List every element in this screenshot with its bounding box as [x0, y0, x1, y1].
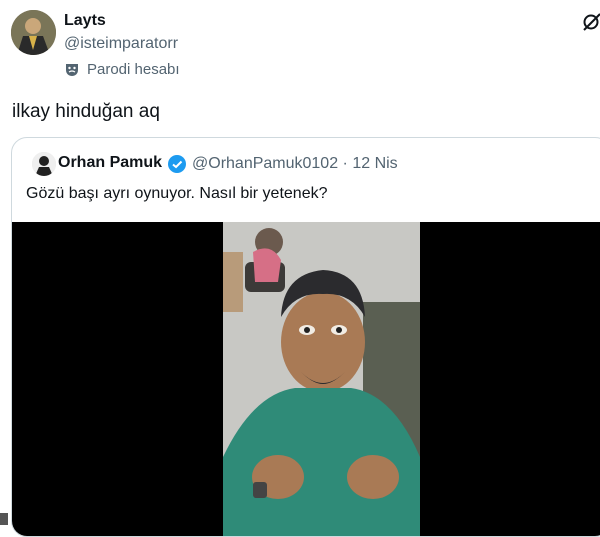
quoted-author-name[interactable]: Orhan Pamuk [58, 154, 162, 172]
quoted-tweet-text: Gözü başı ayrı oynuyor. Nasıl bir yetene… [26, 185, 328, 202]
author-handle[interactable]: @isteimparatorr [64, 35, 178, 53]
video-player[interactable] [12, 222, 600, 536]
parody-label: Parodi hesabı [87, 61, 180, 78]
theater-mask-icon [66, 63, 78, 76]
quoted-tweet[interactable]: Orhan Pamuk @OrhanPamuk0102 · 12 Nis Göz… [11, 137, 600, 537]
quoted-author-handle-date[interactable]: @OrhanPamuk0102 · 12 Nis [192, 155, 398, 173]
video-frame[interactable] [223, 222, 420, 536]
verified-badge-icon [168, 155, 186, 173]
corner-glyph [0, 513, 8, 525]
author-avatar[interactable] [11, 10, 56, 55]
tweet-text: ilkay hinduğan aq [12, 101, 160, 122]
author-display-name[interactable]: Layts [64, 12, 106, 30]
quoted-author-avatar[interactable] [32, 152, 56, 176]
grok-icon[interactable] [582, 12, 600, 32]
parody-label-row: Parodi hesabı [64, 61, 180, 78]
